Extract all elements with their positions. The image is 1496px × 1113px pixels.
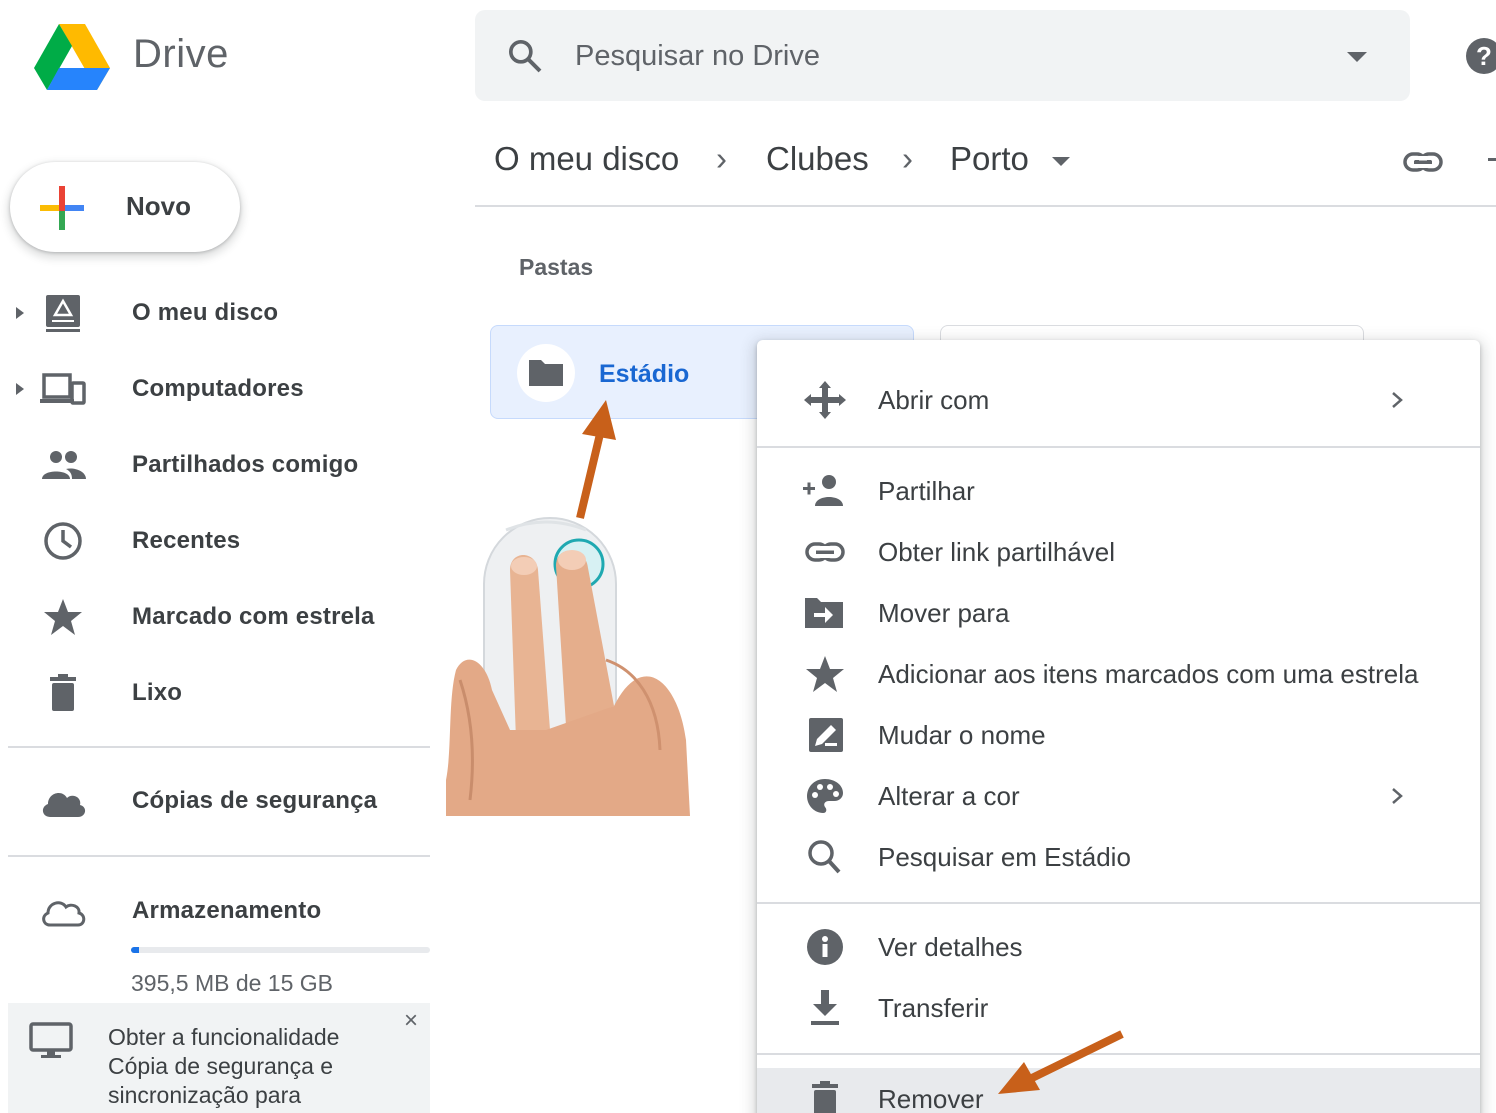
menu-item-label: Ver detalhes [878,932,1023,962]
breadcrumb-dropdown-icon[interactable] [1050,154,1072,168]
menu-item-label: Adicionar aos itens marcados com uma est… [878,659,1419,689]
rename-icon [809,718,843,752]
annotation-arrow-left [998,1030,1124,1094]
trash-icon [812,1081,838,1113]
menu-item-label: Alterar a cor [878,781,1020,811]
menu-item-move-to[interactable]: Mover para [757,582,1480,643]
help-icon[interactable]: ? [1464,36,1496,76]
main-divider [475,205,1496,207]
menu-item-label: Mudar o nome [878,720,1046,750]
menu-item-share[interactable]: Partilhar [757,460,1480,521]
breadcrumb-item[interactable]: O meu disco [494,140,679,178]
trash-icon [50,674,76,711]
new-button[interactable]: Novo [10,162,240,252]
menu-separator [757,902,1480,904]
clock-icon [44,522,82,560]
monitor-icon [29,1022,73,1058]
expand-caret-icon[interactable] [14,381,26,397]
sidebar-item-recent[interactable]: Recentes [0,511,430,571]
menu-item-rename[interactable]: Mudar o nome [757,704,1480,765]
menu-item-label: Abrir com [878,385,990,415]
expand-caret-icon[interactable] [14,305,26,321]
breadcrumb-separator: › [716,140,727,177]
sidebar-item-label: Armazenamento [132,897,322,924]
menu-separator [757,446,1480,448]
sidebar-item-label: Partilhados comigo [132,451,359,478]
link-icon[interactable] [1402,146,1444,178]
my-drive-icon [46,295,80,332]
search-options-dropdown-icon[interactable] [1343,46,1371,66]
sidebar-item-label: Cópias de segurança [132,787,378,814]
breadcrumb-item[interactable]: Clubes [766,140,869,178]
close-icon[interactable]: × [404,1007,418,1035]
hand-mouse-illustration [446,510,690,816]
sidebar-item-computers[interactable]: Computadores [0,359,430,419]
new-button-label: Novo [126,191,191,221]
svg-text:?: ? [1476,41,1492,71]
menu-item-open-with[interactable]: Abrir com [757,369,1480,430]
menu-item-label: Partilhar [878,476,975,506]
move-to-icon [805,598,843,628]
menu-item-get-link[interactable]: Obter link partilhável [757,521,1480,582]
star-icon [44,599,82,635]
sidebar-divider [8,855,430,857]
menu-item-change-color[interactable]: Alterar a cor [757,765,1480,826]
sidebar-item-starred[interactable]: Marcado com estrela [0,587,430,647]
sidebar-item-label: Marcado com estrela [132,603,375,630]
promo-text: Obter a funcionalidade Cópia de seguranç… [108,1024,340,1108]
sidebar-item-label: Recentes [132,527,241,554]
share-person-icon [803,475,843,506]
shared-icon [42,451,86,479]
folder-icon [529,360,563,386]
star-icon [806,656,844,692]
sidebar-item-backups[interactable]: Cópias de segurança [0,771,430,831]
open-with-icon [804,381,846,419]
search-icon[interactable] [505,36,545,76]
sidebar-item-my-drive[interactable]: O meu disco [0,283,430,343]
storage-usage-text: 395,5 MB de 15 GB [131,970,334,996]
menu-item-search-in[interactable]: Pesquisar em Estádio [757,826,1480,887]
storage-usage-bar [131,947,430,953]
sidebar-item-storage[interactable]: Armazenamento [0,881,430,941]
computers-icon [40,373,86,405]
breadcrumb-separator: › [902,140,913,177]
sidebar-item-label: O meu disco [132,299,279,326]
menu-item-details[interactable]: Ver detalhes [757,916,1480,977]
breadcrumb-item-current[interactable]: Porto [950,140,1029,178]
menu-item-label: Remover [878,1084,984,1113]
menu-item-label: Obter link partilhável [878,537,1115,567]
menu-item-label: Transferir [878,993,989,1023]
menu-item-label: Mover para [878,598,1010,628]
download-icon [811,990,839,1025]
context-menu: Abrir com Partilhar Obter link partilháv… [757,340,1480,1113]
folders-section-label: Pastas [519,254,594,280]
chevron-right-icon [1392,788,1403,804]
search-input[interactable] [575,38,1315,74]
sidebar-divider [8,746,430,748]
chevron-right-icon [1392,392,1403,408]
cloud-outline-icon [42,901,86,927]
search-icon [808,840,841,874]
sidebar-item-label: Computadores [132,375,304,402]
annotation-arrow-up [576,400,616,519]
info-icon [807,929,843,965]
sidebar-item-label: Lixo [132,679,183,706]
drive-logo-icon[interactable] [34,24,110,90]
plus-icon [40,186,84,230]
menu-item-add-star[interactable]: Adicionar aos itens marcados com uma est… [757,643,1480,704]
sidebar-item-trash[interactable]: Lixo [0,663,430,723]
cloud-filled-icon [42,793,86,817]
palette-icon [807,779,843,813]
sidebar-item-shared[interactable]: Partilhados comigo [0,435,430,495]
backup-sync-promo: Obter a funcionalidade Cópia de seguranç… [8,1003,430,1113]
search-bar[interactable] [475,10,1410,101]
app-title: Drive [133,32,229,76]
link-icon [805,542,845,562]
folder-name: Estádio [599,360,690,388]
menu-item-label: Pesquisar em Estádio [878,842,1131,872]
overflow-toolbar-icon[interactable] [1488,158,1496,161]
